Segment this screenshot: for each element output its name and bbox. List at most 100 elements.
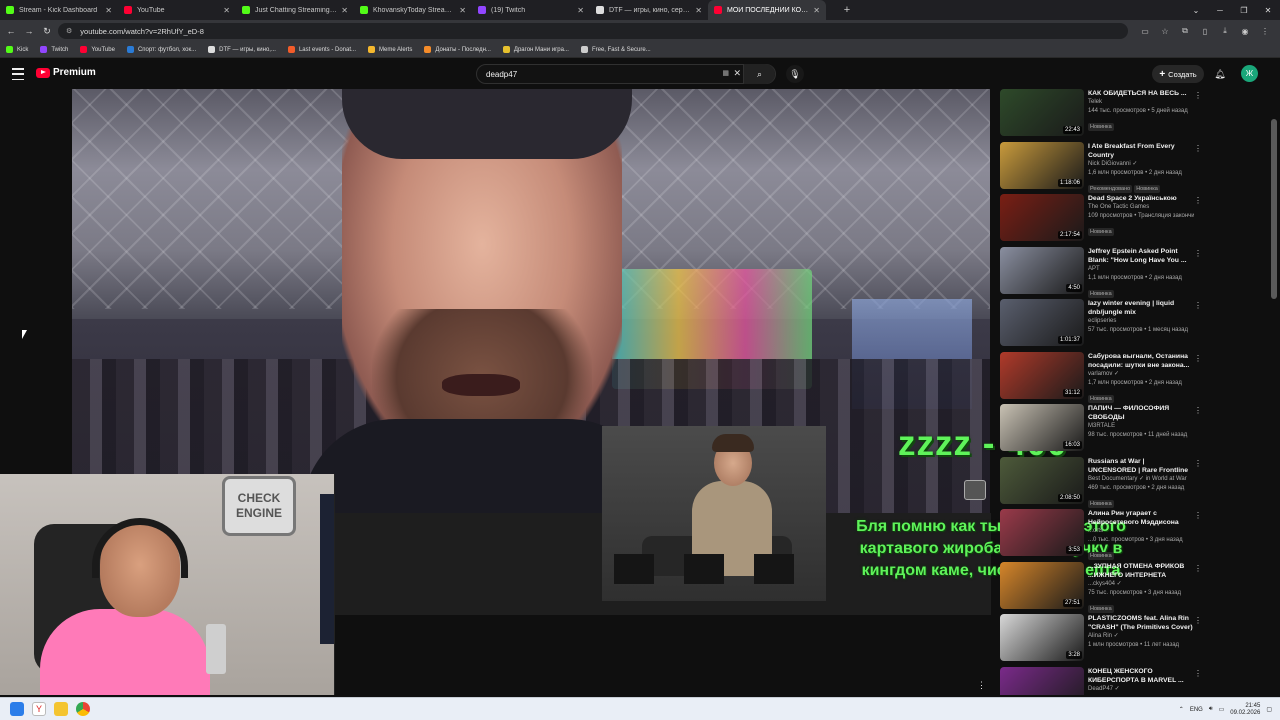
bookmark-item[interactable]: Twitch — [40, 46, 68, 53]
windows-start-icon[interactable] — [10, 702, 24, 716]
volume-icon[interactable]: 🔊︎ — [1209, 706, 1213, 713]
tab-close-icon[interactable]: ✕ — [695, 6, 702, 15]
network-icon[interactable]: ▭ — [1219, 706, 1225, 713]
video-thumbnail[interactable]: 1:01:37 — [1000, 299, 1084, 346]
video-thumbnail[interactable]: 2:08:50 — [1000, 456, 1084, 504]
tray-chevron-icon[interactable]: ⌃ — [1179, 706, 1184, 713]
browser-tab[interactable]: KhovanskyToday Stream - Watc ✕ — [354, 0, 472, 20]
minimize-button[interactable]: ─ — [1208, 0, 1232, 20]
video-title[interactable]: lazy winter evening | liquid dnb/jungle … — [1088, 299, 1194, 317]
bookmark-item[interactable]: Драгон Мани игра... — [502, 46, 569, 53]
video-menu-icon[interactable]: ⋮ — [1194, 564, 1202, 573]
menu-icon[interactable] — [12, 68, 24, 80]
recommended-video[interactable]: 3:53 Алина Рин угарает с Нейросетевого Мэ… — [996, 509, 1206, 562]
video-thumbnail[interactable]: 27:51 — [1000, 561, 1084, 609]
recommended-video[interactable]: 3:28 PLASTICZOOMS feat. Alina Rin "CRASH"… — [996, 614, 1206, 667]
channel-name[interactable]: varlamov ✓ — [1088, 370, 1194, 379]
youtube-logo[interactable]: Premium — [36, 67, 96, 78]
channel-name[interactable]: Telek — [1088, 98, 1194, 107]
scrollbar[interactable] — [1271, 89, 1277, 695]
video-thumbnail[interactable]: 15:08 — [1000, 666, 1084, 695]
video-thumbnail[interactable]: 31:12 — [1000, 351, 1084, 399]
channel-name[interactable]: ...ckys404 ✓ — [1088, 580, 1194, 589]
channel-name[interactable]: Nick DiGiovanni ✓ — [1088, 160, 1194, 169]
voice-search-icon[interactable]: 🎙︎ — [786, 65, 804, 83]
recommended-video[interactable]: 2:17:54 Dead Space 2 Українською The One T… — [996, 194, 1206, 247]
menu-kebab-icon[interactable]: ⋮ — [1258, 24, 1272, 38]
bookmark-item[interactable]: Kick — [6, 46, 28, 53]
video-title[interactable]: КАК ОБИДЕТЬСЯ НА ВЕСЬ ... — [1088, 89, 1194, 98]
video-title[interactable]: КОНЕЦ ЖЕНСКОГО КИБЕРСПОРТА В MARVEL ... — [1088, 667, 1194, 685]
maximize-button[interactable]: ❐ — [1232, 0, 1256, 20]
video-title[interactable]: PLASTICZOOMS feat. Alina Rin "CRASH" (Th… — [1088, 614, 1194, 632]
channel-name[interactable]: Best Documentary ✓ in World at War — [1088, 475, 1194, 484]
bookmark-item[interactable]: DTF — игры, кино,... — [208, 46, 276, 53]
video-menu-icon[interactable]: ⋮ — [1194, 249, 1202, 258]
recommended-video[interactable]: 1:18:06 I Ate Breakfast From Every Countr… — [996, 141, 1206, 195]
video-title[interactable]: Сабурова выгнали, Останина посадили: шут… — [1088, 352, 1194, 370]
video-thumbnail[interactable]: 1:18:06 — [1000, 141, 1084, 189]
browser-tab[interactable]: МОЙ ПОСЛЕДНИЙ КОНЦ ✕ — [708, 0, 826, 20]
download-icon[interactable]: ⤓ — [1218, 24, 1232, 38]
bookmark-item[interactable]: Last events - Donat... — [287, 46, 356, 53]
avatar[interactable]: Ж — [1241, 65, 1258, 82]
clock[interactable]: 21:45 09.02.2026 — [1230, 703, 1260, 717]
sidepanel-icon[interactable]: ▯ — [1198, 24, 1212, 38]
notifications-bell-icon[interactable]: 🔔︎ — [1213, 67, 1227, 81]
forward-icon[interactable]: → — [22, 24, 36, 38]
video-thumbnail[interactable]: 3:28 — [1000, 614, 1084, 661]
browser-tab[interactable]: DTF — игры, кино, сериалы, р ✕ — [590, 0, 708, 20]
video-menu-icon[interactable]: ⋮ — [1194, 406, 1202, 415]
recommended-video[interactable]: 27:51 ...ЗУПНАЯ ОТМЕНА ФРИКОВ ...ИЖНЕГО И… — [996, 561, 1206, 615]
recommended-video[interactable]: 31:12 Сабурова выгнали, Останина посадили… — [996, 351, 1206, 405]
clear-search-icon[interactable]: ✕ — [733, 68, 741, 79]
bookmark-item[interactable]: Донаты - Последн... — [424, 46, 491, 53]
keyboard-icon[interactable]: ▦ — [722, 69, 729, 77]
video-thumbnail[interactable]: 2:17:54 — [1000, 194, 1084, 241]
browser-tab[interactable]: (19) Twitch ✕ — [472, 0, 590, 20]
profile-icon[interactable]: ◉ — [1238, 24, 1252, 38]
tab-close-icon[interactable]: ✕ — [223, 6, 230, 15]
bookmark-item[interactable]: Free, Fast & Secure... — [580, 46, 651, 53]
video-title[interactable]: I Ate Breakfast From Every Country — [1088, 142, 1194, 160]
video-menu-icon[interactable]: ⋮ — [1194, 669, 1202, 678]
video-player[interactable] — [72, 89, 990, 513]
video-menu-icon[interactable]: ⋮ — [1194, 511, 1202, 520]
recommended-video[interactable]: 16:03 ПАПИЧ — ФИЛОСОФИЯ СВОБОДЫ M3RTALE 98 … — [996, 404, 1206, 457]
bookmark-star-icon[interactable]: ☆ — [1158, 24, 1172, 38]
extensions-icon[interactable]: ⧉ — [1178, 24, 1192, 38]
cast-icon[interactable]: ▭ — [1138, 24, 1152, 38]
file-explorer-icon[interactable] — [54, 702, 68, 716]
back-icon[interactable]: ← — [4, 24, 18, 38]
video-thumbnail[interactable]: 16:03 — [1000, 404, 1084, 451]
video-title[interactable]: Dead Space 2 Українською — [1088, 194, 1194, 203]
channel-name[interactable]: eclipseries — [1088, 317, 1194, 326]
video-thumbnail[interactable]: 4:50 — [1000, 246, 1084, 294]
channel-name[interactable]: Alina Rin ✓ — [1088, 632, 1194, 641]
notifications-icon[interactable]: ▢ — [1266, 706, 1272, 713]
video-title[interactable]: Russians at War | UNCENSORED | Rare Fron… — [1088, 457, 1194, 475]
url-input[interactable]: ⚙ youtube.com/watch?v=2RhUfY_eD-8 — [58, 23, 1128, 39]
browser-tab[interactable]: YouTube ✕ — [118, 0, 236, 20]
video-menu-icon[interactable]: ⋮ — [1194, 91, 1202, 100]
video-thumbnail[interactable]: 22:43 — [1000, 89, 1084, 136]
tab-close-icon[interactable]: ✕ — [459, 6, 466, 15]
video-title[interactable]: ...ЗУПНАЯ ОТМЕНА ФРИКОВ ...ИЖНЕГО ИНТЕРН… — [1088, 562, 1194, 580]
search-input[interactable]: deadp47 ▦ ✕ ⌕ — [476, 64, 776, 84]
video-menu-icon[interactable]: ⋮ — [1194, 459, 1202, 468]
video-menu-icon[interactable]: ⋮ — [1194, 301, 1202, 310]
video-title[interactable]: ПАПИЧ — ФИЛОСОФИЯ СВОБОДЫ — [1088, 404, 1194, 422]
channel-name[interactable]: APT — [1088, 265, 1194, 274]
tab-close-icon[interactable]: ✕ — [813, 6, 820, 15]
video-title[interactable]: Jeffrey Epstein Asked Point Blank: "How … — [1088, 247, 1194, 265]
video-menu-icon[interactable]: ⋮ — [1194, 616, 1202, 625]
browser-tab[interactable]: Just Chatting Streaming - Live S ✕ — [236, 0, 354, 20]
bookmark-item[interactable]: YouTube — [80, 46, 115, 53]
bookmark-item[interactable]: Спорт: футбол, хок... — [126, 46, 196, 53]
yandex-browser-icon[interactable]: Y — [32, 702, 46, 716]
video-title[interactable]: Алина Рин угарает с Нейросетевого Мэддис… — [1088, 509, 1194, 527]
recommended-video[interactable]: 1:01:37 lazy winter evening | liquid dnb/… — [996, 299, 1206, 352]
video-menu-icon[interactable]: ⋮ — [1194, 354, 1202, 363]
channel-name[interactable]: DeadP47 ✓ — [1088, 685, 1194, 694]
search-button[interactable]: ⌕ — [743, 64, 775, 84]
